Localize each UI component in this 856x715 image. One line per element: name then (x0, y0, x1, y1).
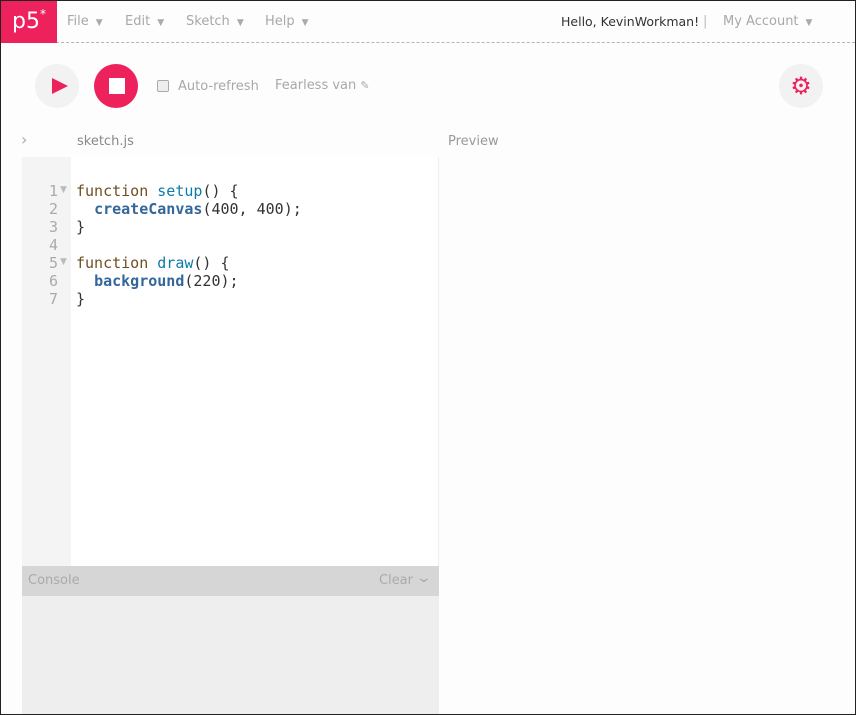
play-button[interactable] (35, 64, 79, 108)
auto-refresh-label: Auto-refresh (178, 79, 259, 94)
line-number: 7 (48, 290, 58, 308)
nav-separator: | (703, 14, 708, 29)
code-editor[interactable]: 1 ▼ function setup() {2 createCanvas(400, … (22, 157, 439, 566)
code-token: (220); (184, 272, 239, 290)
logo-text: p5 (12, 9, 40, 34)
chevron-down-icon[interactable]: ⌄ (416, 570, 432, 586)
fold-arrow-icon[interactable]: ▼ (60, 257, 67, 267)
caret-down-icon: ▼ (157, 18, 165, 28)
menu-label: Edit (125, 14, 151, 29)
sketch-name-text: Fearless van (275, 78, 357, 93)
greeting: Hello, KevinWorkman! (561, 14, 700, 29)
p5-editor-app: p5* File ▼ Edit ▼ Sketch ▼ Help ▼ Hello, Kev… (1, 1, 855, 714)
line-number: 1 (48, 182, 58, 200)
menu-file[interactable]: File ▼ (67, 14, 103, 29)
code-token: createCanvas (94, 200, 203, 218)
preview-label: Preview (448, 134, 499, 149)
line-number: 6 (48, 272, 58, 290)
top-nav: p5* File ▼ Edit ▼ Sketch ▼ Help ▼ Hello, Kev… (1, 1, 855, 43)
code-token: background (94, 272, 185, 290)
file-tab-sketch-js[interactable]: sketch.js (77, 134, 134, 149)
menu-help[interactable]: Help ▼ (265, 14, 309, 29)
caret-down-icon: ▼ (236, 18, 244, 28)
code-token: function (76, 182, 158, 200)
settings-gear-icon[interactable]: ⚙ (779, 64, 823, 108)
line-number: 2 (48, 200, 58, 218)
code-token: () { (193, 254, 230, 272)
caret-down-icon: ▼ (301, 18, 309, 28)
console-header: Console Clear ⌄ (22, 566, 439, 596)
code-line[interactable]: } (76, 218, 85, 236)
stop-button[interactable] (94, 64, 138, 108)
sketch-name[interactable]: Fearless van ✎ (275, 78, 370, 93)
code-token: } (76, 218, 86, 236)
code-token: function (76, 254, 158, 272)
caret-down-icon: ▼ (805, 18, 813, 28)
caret-down-icon: ▼ (95, 18, 103, 28)
p5-logo[interactable]: p5* (1, 1, 57, 43)
console-body (22, 596, 439, 714)
pencil-icon[interactable]: ✎ (360, 79, 369, 92)
code-line[interactable]: background(220); (76, 272, 239, 290)
line-number: 3 (48, 218, 58, 236)
code-token: setup (157, 182, 203, 200)
line-number: 5 (48, 254, 58, 272)
console-title: Console (28, 573, 80, 588)
chevron-right-icon[interactable]: › (21, 130, 27, 149)
menu-label: Help (265, 14, 295, 29)
line-number: 4 (48, 236, 58, 254)
code-token: () { (202, 182, 239, 200)
logo-asterisk: * (39, 7, 46, 21)
menu-sketch[interactable]: Sketch ▼ (186, 14, 244, 29)
code-line[interactable]: } (76, 290, 85, 308)
auto-refresh-checkbox[interactable] (157, 80, 169, 92)
menu-label: Sketch (186, 14, 230, 29)
code-token: draw (157, 254, 194, 272)
code-line[interactable]: function draw() { (76, 254, 230, 272)
menu-label: File (67, 14, 89, 29)
code-line[interactable]: createCanvas(400, 400); (76, 200, 302, 218)
console-clear-button[interactable]: Clear (379, 573, 413, 588)
menu-label: My Account (723, 14, 799, 29)
code-token: (400, 400); (202, 200, 302, 218)
menu-edit[interactable]: Edit ▼ (125, 14, 164, 29)
code-line[interactable]: function setup() { (76, 182, 239, 200)
code-token: } (76, 290, 86, 308)
menu-my-account[interactable]: My Account ▼ (723, 14, 812, 29)
fold-arrow-icon[interactable]: ▼ (60, 185, 67, 195)
